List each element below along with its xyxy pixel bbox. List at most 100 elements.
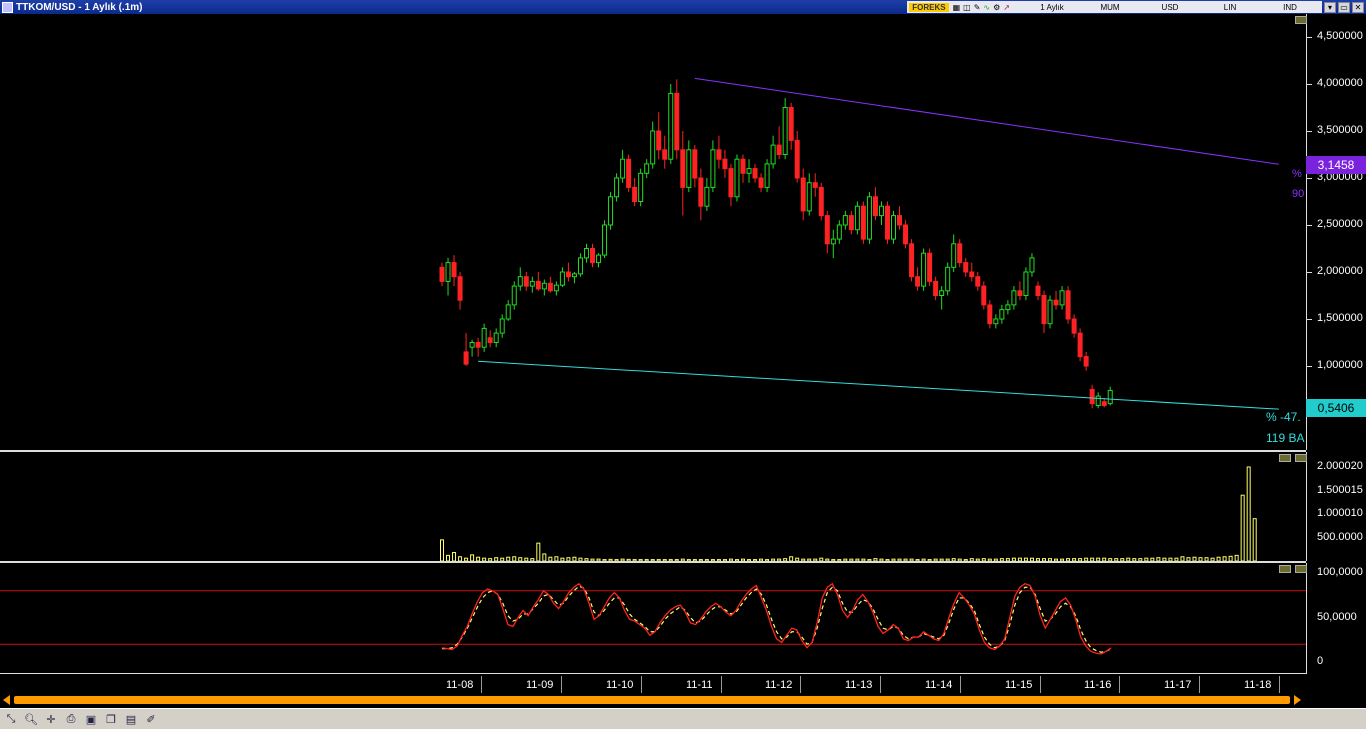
volume-pane-minimize[interactable] <box>1279 454 1291 462</box>
lower-trend-percent: % -47. <box>1266 410 1301 424</box>
candle-up <box>686 149 692 188</box>
menu-scale[interactable]: LIN <box>1200 3 1260 12</box>
candle-down <box>523 276 529 287</box>
minimize-button[interactable]: ▾ <box>1324 1 1336 13</box>
candle-up <box>746 168 752 174</box>
window-menu-icon[interactable] <box>2 1 13 13</box>
save-tool-icon[interactable]: ▣ <box>82 711 100 727</box>
copy-tool-icon[interactable]: ❐ <box>102 711 120 727</box>
candle-down <box>903 224 909 245</box>
oscillator-pane <box>0 582 1306 655</box>
candle-down <box>1077 332 1083 358</box>
volume-pane <box>440 466 1257 562</box>
candle-down <box>1053 299 1059 306</box>
volume-axis-label: 2.000020 <box>1317 460 1363 472</box>
menu-currency[interactable]: USD <box>1140 3 1200 12</box>
cursor-tool-icon[interactable]: ⤡ <box>2 711 20 727</box>
time-axis-tick <box>561 676 562 693</box>
draw-tool-icon[interactable]: ✐ <box>142 711 160 727</box>
price-tick <box>1307 366 1312 367</box>
pencil-icon[interactable]: ✎ <box>974 3 981 12</box>
osc-pane-close[interactable] <box>1295 565 1307 573</box>
scroll-right-icon[interactable] <box>1294 695 1301 705</box>
candle-up <box>945 266 951 292</box>
osc-pane-minimize[interactable] <box>1279 565 1291 573</box>
candle-up <box>505 304 511 320</box>
candle-up <box>993 318 999 325</box>
lower-trend-bars: 119 BA <box>1266 431 1305 445</box>
time-axis-tick <box>641 676 642 693</box>
candle-down <box>824 215 830 245</box>
candle-up <box>854 205 860 231</box>
candle-up <box>596 254 602 264</box>
maximize-button[interactable]: ▭ <box>1338 1 1350 13</box>
menu-indicator[interactable]: IND <box>1260 3 1320 12</box>
volume-pane-close[interactable] <box>1295 454 1307 462</box>
zoom-tool-icon[interactable]: 🔍︎ <box>22 711 40 727</box>
candle-down <box>662 149 668 160</box>
upper-trend-bars: 90 <box>1292 188 1305 200</box>
candle-down <box>1065 290 1071 320</box>
time-axis-tick <box>880 676 881 693</box>
candle-down <box>1071 318 1077 334</box>
crosshair-tool-icon[interactable]: ✛ <box>42 711 60 727</box>
candle-up <box>764 163 770 188</box>
close-button[interactable]: ✕ <box>1352 1 1364 13</box>
horizontal-scrollbar[interactable] <box>0 694 1306 706</box>
candle-down <box>475 342 481 348</box>
pane-separator-1[interactable] <box>0 450 1306 452</box>
candle-down <box>909 243 915 278</box>
price-pane-control[interactable] <box>1295 16 1307 24</box>
print-tool-icon[interactable]: ⎙ <box>62 711 80 727</box>
candle-down <box>439 266 445 282</box>
price-tick <box>1307 131 1312 132</box>
time-axis-label: 11-09 <box>526 679 554 691</box>
volume-axis-label: 1.500015 <box>1317 483 1363 496</box>
settings-tool-icon[interactable]: ▤ <box>122 711 140 727</box>
foreks-badge: FOREKS <box>909 2 949 12</box>
candle-up <box>1059 290 1065 306</box>
grid-icon[interactable]: ▦ <box>953 3 961 12</box>
menu-chart-type[interactable]: MUM <box>1080 3 1140 12</box>
price-axis-label: 4,500000 <box>1317 30 1363 42</box>
time-axis-tick <box>800 676 801 693</box>
candle-down <box>788 107 794 141</box>
menu-period[interactable]: 1 Aylık <box>1024 3 1080 12</box>
candle-up <box>1005 304 1011 311</box>
upper-trend-percent: % <box>1292 168 1302 180</box>
oscillator-axis[interactable]: 100,0000 50,0000 0 <box>1279 563 1366 674</box>
scroll-left-icon[interactable] <box>3 695 10 705</box>
lower-trendline <box>478 360 1279 410</box>
candle-down <box>969 271 975 278</box>
volume-bar <box>452 552 457 562</box>
candle-up <box>644 163 650 174</box>
chart-icon[interactable]: ◫ <box>963 3 971 12</box>
scroll-thumb[interactable] <box>14 696 1290 704</box>
candle-down <box>800 177 806 212</box>
candle-down <box>1035 285 1041 297</box>
arrow-icon[interactable]: ↗ <box>1003 3 1010 12</box>
time-axis-label: 11-11 <box>686 679 713 691</box>
candle-up <box>770 144 776 165</box>
pane-separator-2[interactable] <box>0 561 1306 563</box>
volume-bar <box>440 539 444 562</box>
volume-axis-label: 500.0000 <box>1317 530 1363 543</box>
window-titlebar: TTKOM/USD - 1 Aylık (.1m) FOREKS ▦ ◫ ✎ ∿… <box>0 0 1366 14</box>
candle-down <box>776 144 782 156</box>
chart-menu-bar: FOREKS ▦ ◫ ✎ ∿ ⚙ ↗ 1 Aylık MUM USD LIN I… <box>907 1 1322 13</box>
volume-axis[interactable]: 2.000020 1.500015 1.000010 500.0000 <box>1279 452 1366 561</box>
candle-up <box>1023 271 1029 296</box>
candle-down <box>632 186 638 202</box>
price-axis-label: 1,000000 <box>1317 359 1363 371</box>
candle-down <box>535 280 541 290</box>
candle-up <box>1047 299 1053 325</box>
candle-up <box>878 205 884 217</box>
indicator-icon[interactable]: ∿ <box>983 3 990 12</box>
chart-canvas[interactable] <box>0 14 1306 694</box>
upper-trendline-marker: 3,1458 <box>1306 156 1366 174</box>
gear-icon[interactable]: ⚙ <box>993 3 1000 12</box>
upper-trendline <box>694 77 1279 165</box>
candle-up <box>559 271 565 286</box>
price-axis[interactable]: 4,500000 4,000000 3,500000 3,000000 2,500000… <box>1295 14 1366 450</box>
candle-down <box>860 205 866 240</box>
